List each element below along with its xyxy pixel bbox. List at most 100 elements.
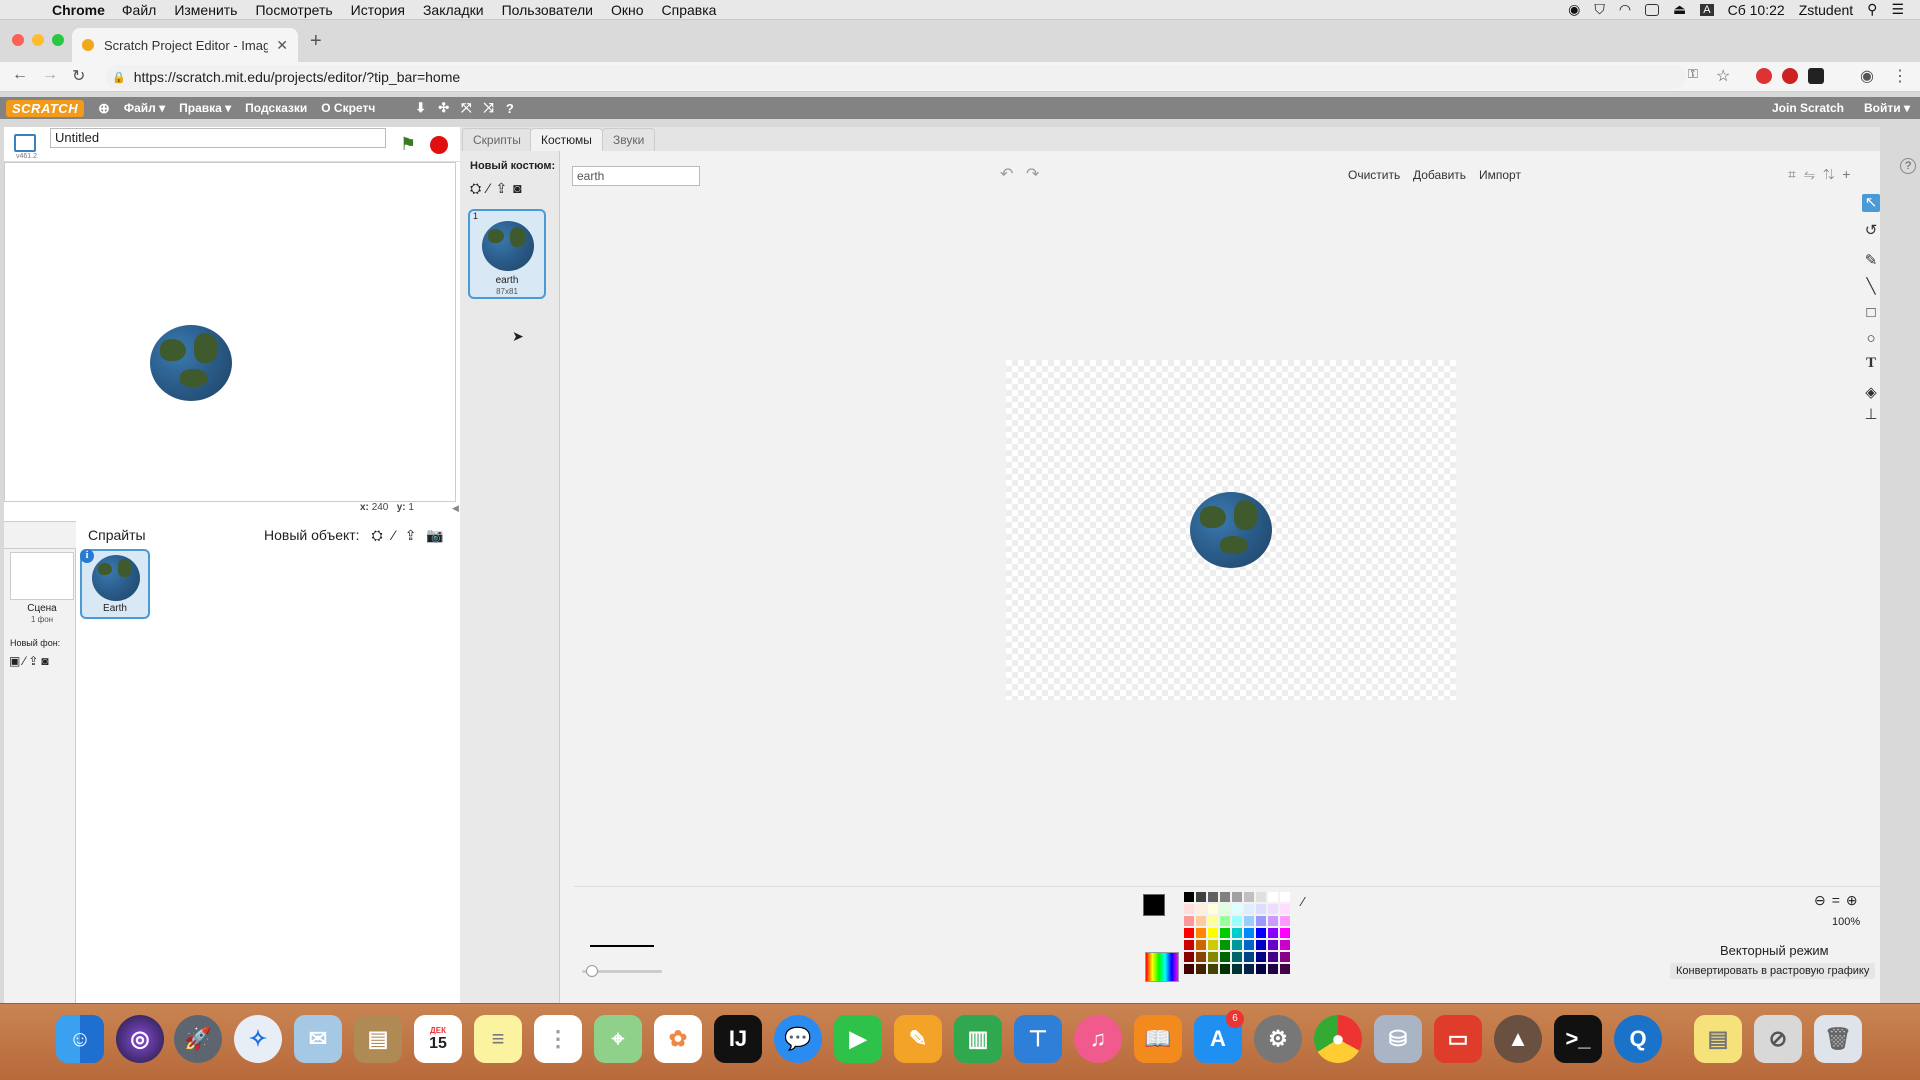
color-swatch[interactable]	[1244, 904, 1254, 914]
menu-history[interactable]: История	[351, 2, 405, 18]
shrink-tool-icon[interactable]: ⤨	[484, 100, 494, 116]
sign-in-link[interactable]: Войти ▾	[1864, 101, 1910, 115]
convert-to-bitmap-button[interactable]: Конвертировать в растровую графику	[1670, 963, 1876, 979]
finder-icon[interactable]: ☺	[56, 1015, 104, 1063]
line-width-slider-handle[interactable]	[586, 965, 598, 977]
color-swatch[interactable]	[1244, 892, 1254, 902]
sprite-info-icon[interactable]: i	[80, 549, 94, 563]
record-icon[interactable]: ◉	[1568, 1, 1580, 18]
color-swatch[interactable]	[1184, 892, 1194, 902]
contacts-icon[interactable]: ▤	[354, 1015, 402, 1063]
color-swatch[interactable]	[1196, 904, 1206, 914]
color-swatch[interactable]	[1268, 940, 1278, 950]
color-swatch[interactable]	[1280, 964, 1290, 974]
notes-folder-icon[interactable]: ▤	[1694, 1015, 1742, 1063]
blocked-app-icon[interactable]: ⊘	[1754, 1015, 1802, 1063]
messages-icon[interactable]: 💬	[774, 1015, 822, 1063]
add-button[interactable]: Добавить	[1408, 166, 1471, 184]
color-swatch[interactable]	[1208, 892, 1218, 902]
grow-tool-icon[interactable]: ⤧	[461, 100, 471, 116]
menu-file[interactable]: Файл	[122, 2, 156, 18]
scratch-logo[interactable]: SCRATCH	[6, 99, 85, 117]
color-swatch[interactable]	[1184, 904, 1194, 914]
menu-about[interactable]: О Скретч	[321, 101, 375, 115]
primary-color-swatch[interactable]	[1143, 894, 1165, 916]
trash-icon[interactable]: 🗑	[1814, 1015, 1862, 1063]
color-swatch[interactable]	[1196, 916, 1206, 926]
system-preferences-icon[interactable]: ⚙	[1254, 1015, 1302, 1063]
color-swatch[interactable]	[1280, 940, 1290, 950]
stamp-tool-icon[interactable]: ⊥	[1862, 406, 1880, 424]
line-tool-icon[interactable]: ╲	[1862, 278, 1880, 296]
color-swatch[interactable]	[1208, 964, 1218, 974]
chrome-icon[interactable]: ●	[1314, 1015, 1362, 1063]
language-globe-icon[interactable]: ⊕	[98, 100, 110, 117]
earth-sprite-on-stage[interactable]	[150, 325, 232, 401]
color-swatch[interactable]	[1196, 964, 1206, 974]
color-swatch[interactable]	[1244, 964, 1254, 974]
menu-help[interactable]: Справка	[662, 2, 717, 18]
fill-tool-icon[interactable]: ◈	[1862, 384, 1880, 402]
costume-library-icon[interactable]: ⛭	[470, 180, 487, 196]
intellij-icon[interactable]: IJ	[714, 1015, 762, 1063]
database-icon[interactable]: ⛁	[1374, 1015, 1422, 1063]
stage-canvas[interactable]	[4, 162, 456, 502]
mail-icon[interactable]: ✉	[294, 1015, 342, 1063]
airplay-icon[interactable]	[1645, 3, 1660, 16]
numbers-icon[interactable]: ▥	[954, 1015, 1002, 1063]
zoom-window-button[interactable]	[52, 34, 64, 46]
eject-icon[interactable]: ⏏	[1673, 1, 1686, 18]
rectangle-tool-icon[interactable]: □	[1862, 304, 1880, 322]
profile-icon[interactable]: ◉	[1860, 66, 1874, 86]
color-swatch[interactable]	[1268, 964, 1278, 974]
close-tab-icon[interactable]: ✕	[276, 37, 288, 54]
backdrop-library-icon[interactable]: ▣	[9, 654, 23, 668]
color-swatch[interactable]	[1208, 952, 1218, 962]
fullscreen-icon[interactable]	[14, 134, 36, 152]
color-swatch[interactable]	[1220, 964, 1230, 974]
color-picker-gradient[interactable]	[1145, 952, 1179, 982]
reload-icon[interactable]: ↻	[72, 66, 85, 86]
safari-icon[interactable]: ✧	[234, 1015, 282, 1063]
color-swatch[interactable]	[1184, 928, 1194, 938]
color-swatch[interactable]	[1184, 916, 1194, 926]
color-swatch[interactable]	[1280, 892, 1290, 902]
color-swatch[interactable]	[1256, 928, 1266, 938]
maps-icon[interactable]: ⌖	[594, 1015, 642, 1063]
paint-new-sprite-icon[interactable]: ⁄	[393, 527, 395, 543]
minimize-window-button[interactable]	[32, 34, 44, 46]
zoom-out-icon[interactable]: ⊖	[1814, 892, 1832, 908]
terminal-icon[interactable]: >_	[1554, 1015, 1602, 1063]
tab-sounds[interactable]: Звуки	[602, 128, 656, 152]
duplicate-tool-icon[interactable]: ⬇	[415, 100, 426, 116]
color-swatch[interactable]	[1256, 964, 1266, 974]
scene-thumbnail[interactable]	[10, 552, 74, 600]
zoom-in-icon[interactable]: ⊕	[1846, 892, 1864, 908]
color-swatch[interactable]	[1208, 904, 1218, 914]
bookmark-star-icon[interactable]: ☆	[1716, 66, 1730, 86]
join-scratch-link[interactable]: Join Scratch	[1772, 101, 1844, 115]
help-tool-icon[interactable]: ?	[506, 101, 514, 116]
color-swatch[interactable]	[1208, 916, 1218, 926]
set-center-icon[interactable]: +	[1842, 166, 1858, 182]
color-swatch[interactable]	[1232, 940, 1242, 950]
pages-icon[interactable]: ✎	[894, 1015, 942, 1063]
extension-adblock-icon[interactable]	[1782, 68, 1798, 84]
color-swatch[interactable]	[1232, 916, 1242, 926]
crop-icon[interactable]: ⌗	[1788, 166, 1804, 182]
color-swatch[interactable]	[1280, 928, 1290, 938]
wifi-icon[interactable]: ◠	[1619, 1, 1631, 18]
stop-icon[interactable]	[430, 136, 448, 154]
rocket-app-icon[interactable]: ▲	[1494, 1015, 1542, 1063]
camera-sprite-icon[interactable]: 📷	[426, 527, 443, 543]
color-swatch[interactable]	[1220, 892, 1230, 902]
notes-icon[interactable]: ≡	[474, 1015, 522, 1063]
color-swatch[interactable]	[1196, 940, 1206, 950]
siri-icon[interactable]: ◎	[116, 1015, 164, 1063]
camera-backdrop-icon[interactable]: ◙	[41, 654, 51, 668]
menubar-app-name[interactable]: Chrome	[52, 2, 105, 18]
color-swatch[interactable]	[1256, 892, 1266, 902]
color-swatch[interactable]	[1268, 916, 1278, 926]
ellipse-tool-icon[interactable]: ○	[1862, 330, 1880, 348]
calendar-icon[interactable]: ДЕК 15	[414, 1015, 462, 1063]
